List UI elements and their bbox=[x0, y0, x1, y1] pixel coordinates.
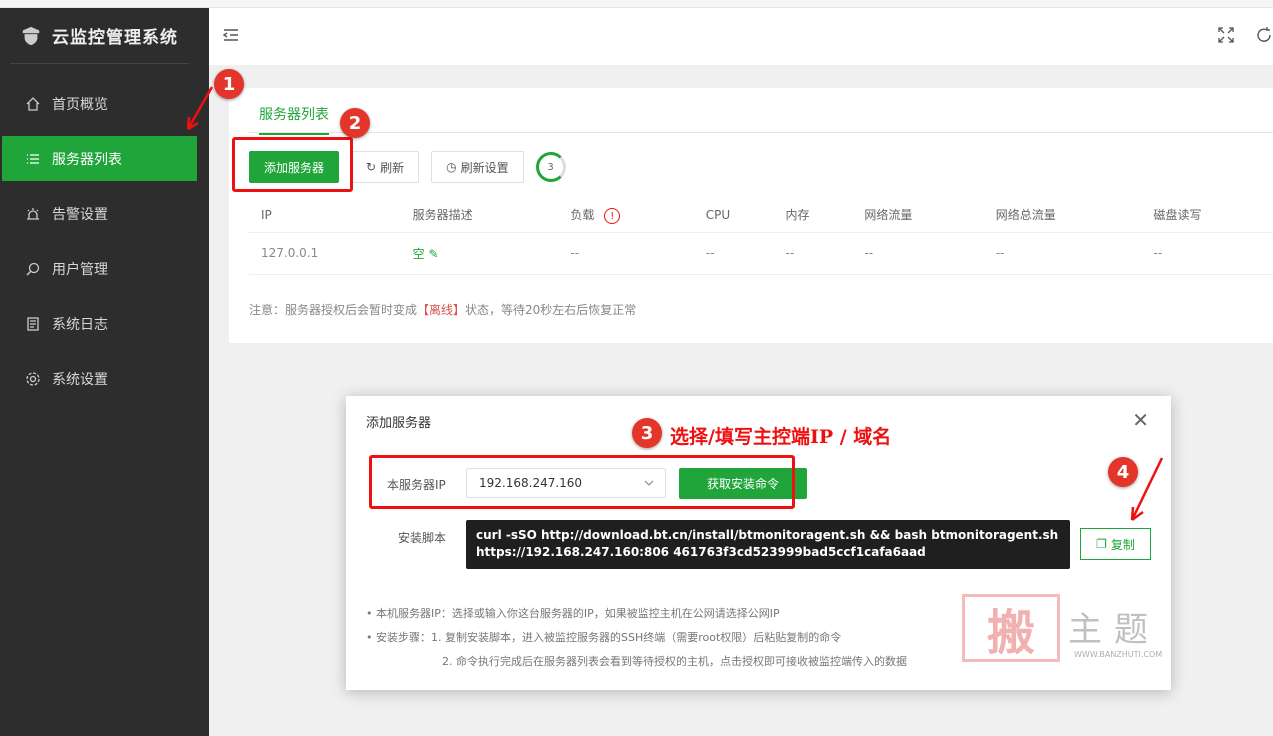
server-list-panel: 服务器列表 添加服务器 ↻ 刷新 ◷ 刷新设置 3 IP 服务器描述 负载 ! … bbox=[229, 88, 1273, 343]
column-header: 网络总流量 bbox=[983, 198, 1142, 233]
table-cell: -- bbox=[773, 232, 853, 275]
sidebar-item-users[interactable]: 用户管理 bbox=[2, 246, 197, 291]
annotation-box-add-server bbox=[232, 137, 353, 192]
notice-suffix: 状态，等待20秒左右后恢复正常 bbox=[465, 303, 637, 317]
browser-top-edge bbox=[0, 0, 1273, 8]
log-icon bbox=[24, 315, 42, 333]
table-header-row: IP 服务器描述 负载 ! CPU 内存 网络流量 网络总流量 磁盘读写 bbox=[249, 198, 1273, 233]
table-cell: -- bbox=[1141, 232, 1273, 275]
copy-button[interactable]: ❐ 复制 bbox=[1080, 528, 1151, 560]
table-cell: -- bbox=[983, 232, 1142, 275]
sidebar-item-server-list[interactable]: 服务器列表 bbox=[2, 136, 197, 181]
refresh-button[interactable]: ↻ 刷新 bbox=[351, 151, 420, 183]
watermark: 搬 主题 WWW.BANZHUTI.COM bbox=[962, 594, 1192, 664]
list-icon bbox=[24, 150, 42, 168]
sidebar-item-label: 用户管理 bbox=[52, 261, 108, 278]
close-icon[interactable]: ✕ bbox=[1132, 408, 1149, 432]
warning-icon[interactable]: ! bbox=[604, 208, 621, 224]
copy-icon: ❐ bbox=[1096, 537, 1107, 551]
column-header: 负载 bbox=[570, 207, 595, 222]
column-header: 服务器描述 bbox=[400, 198, 559, 233]
dialog-tips: • 本机服务器IP：选择或输入你这台服务器的IP，如果被监控主机在公网请选择公网… bbox=[366, 602, 907, 674]
fullscreen-icon[interactable] bbox=[1217, 26, 1235, 48]
server-table: IP 服务器描述 负载 ! CPU 内存 网络流量 网络总流量 磁盘读写 127… bbox=[249, 198, 1273, 275]
annotation-box-ip bbox=[369, 455, 795, 509]
notice-offline: 【离线】 bbox=[417, 303, 466, 317]
install-script[interactable]: curl -sSO http://download.bt.cn/install/… bbox=[466, 520, 1070, 569]
sidebar-item-label: 系统日志 bbox=[52, 316, 108, 333]
watermark-url: WWW.BANZHUTI.COM bbox=[1074, 650, 1163, 659]
sidebar-item-logs[interactable]: 系统日志 bbox=[2, 301, 197, 346]
refresh-icon: ↻ bbox=[366, 160, 377, 174]
collapse-menu-icon[interactable] bbox=[221, 25, 241, 49]
app-title: 云监控管理系统 bbox=[52, 28, 178, 48]
annotation-arrow-1 bbox=[186, 86, 214, 131]
notice-prefix: 注意：服务器授权后会暂时变成 bbox=[249, 303, 418, 317]
sidebar-item-alarm[interactable]: 告警设置 bbox=[2, 191, 197, 236]
tab-server-list[interactable]: 服务器列表 bbox=[259, 104, 329, 135]
tip-line: 2. 命令执行完成后在服务器列表会看到等待授权的主机，点击授权即可接收被监控端传… bbox=[442, 655, 907, 668]
column-header: 网络流量 bbox=[852, 198, 984, 233]
refresh-settings-button[interactable]: ◷ 刷新设置 bbox=[431, 151, 524, 183]
alarm-icon bbox=[24, 205, 42, 223]
top-bar bbox=[209, 8, 1273, 65]
sidebar-item-settings[interactable]: 系统设置 bbox=[2, 356, 197, 401]
sidebar-item-label: 系统设置 bbox=[52, 371, 108, 388]
column-header: IP bbox=[249, 198, 401, 233]
table-cell: -- bbox=[558, 232, 694, 275]
sidebar-menu: 首页概览 服务器列表 告警设置 用户管理 系统日志 系统设置 bbox=[0, 81, 209, 401]
brand: 云监控管理系统 bbox=[10, 8, 189, 64]
countdown-indicator: 3 bbox=[535, 152, 566, 182]
watermark-text: 主题 bbox=[1068, 610, 1160, 650]
timer-icon: ◷ bbox=[446, 160, 457, 174]
annotation-marker-2: 2 bbox=[340, 108, 370, 138]
annotation-arrow-4 bbox=[1130, 457, 1164, 522]
sidebar: 云监控管理系统 首页概览 服务器列表 告警设置 用户管理 系统日志 系统设置 bbox=[0, 8, 209, 736]
tip-line: • 安装步骤：1. 复制安装脚本，进入被监控服务器的SSH终端（需要root权限… bbox=[366, 631, 842, 644]
description-text: 空 bbox=[412, 246, 425, 261]
notice-text: 注意：服务器授权后会暂时变成【离线】状态，等待20秒左右后恢复正常 bbox=[249, 301, 636, 318]
column-header: 内存 bbox=[773, 198, 853, 233]
script-line-1: curl -sSO http://download.bt.cn/install/… bbox=[476, 528, 1059, 542]
annotation-marker-3: 3 bbox=[632, 418, 662, 448]
sidebar-item-home[interactable]: 首页概览 bbox=[2, 81, 197, 126]
annotation-text-3: 选择/填写主控端IP / 域名 bbox=[670, 426, 892, 448]
column-header-load: 负载 ! bbox=[558, 198, 694, 233]
logo-icon bbox=[22, 26, 40, 45]
edit-icon[interactable]: ✎ bbox=[429, 247, 439, 261]
dialog-title: 添加服务器 bbox=[366, 416, 432, 431]
tip-line: • 本机服务器IP：选择或输入你这台服务器的IP，如果被监控主机在公网请选择公网… bbox=[366, 607, 780, 620]
column-header: 磁盘读写 bbox=[1141, 198, 1273, 233]
gear-icon bbox=[24, 370, 42, 388]
refresh-button-label: 刷新 bbox=[380, 160, 405, 175]
cell-description[interactable]: 空 ✎ bbox=[400, 232, 559, 275]
copy-label: 复制 bbox=[1110, 537, 1135, 552]
table-cell: -- bbox=[693, 232, 774, 275]
script-line-2: https://192.168.247.160:806 461763f3cd52… bbox=[476, 545, 926, 559]
refresh-settings-label: 刷新设置 bbox=[460, 160, 509, 175]
table-cell: -- bbox=[852, 232, 984, 275]
refresh-page-icon[interactable] bbox=[1255, 26, 1273, 48]
sidebar-item-label: 服务器列表 bbox=[52, 151, 122, 168]
sidebar-item-label: 告警设置 bbox=[52, 206, 108, 223]
script-label: 安装脚本 bbox=[398, 531, 447, 545]
column-header: CPU bbox=[693, 198, 774, 233]
cell-ip: 127.0.0.1 bbox=[249, 232, 401, 275]
table-row: 127.0.0.1 空 ✎ -- -- -- -- -- -- bbox=[249, 232, 1273, 275]
search-icon bbox=[24, 260, 42, 278]
watermark-seal: 搬 bbox=[962, 594, 1060, 662]
top-bar-actions bbox=[1217, 26, 1273, 48]
home-icon bbox=[24, 95, 42, 113]
sidebar-item-label: 首页概览 bbox=[52, 96, 108, 113]
tab-bar: 服务器列表 bbox=[249, 88, 1273, 135]
